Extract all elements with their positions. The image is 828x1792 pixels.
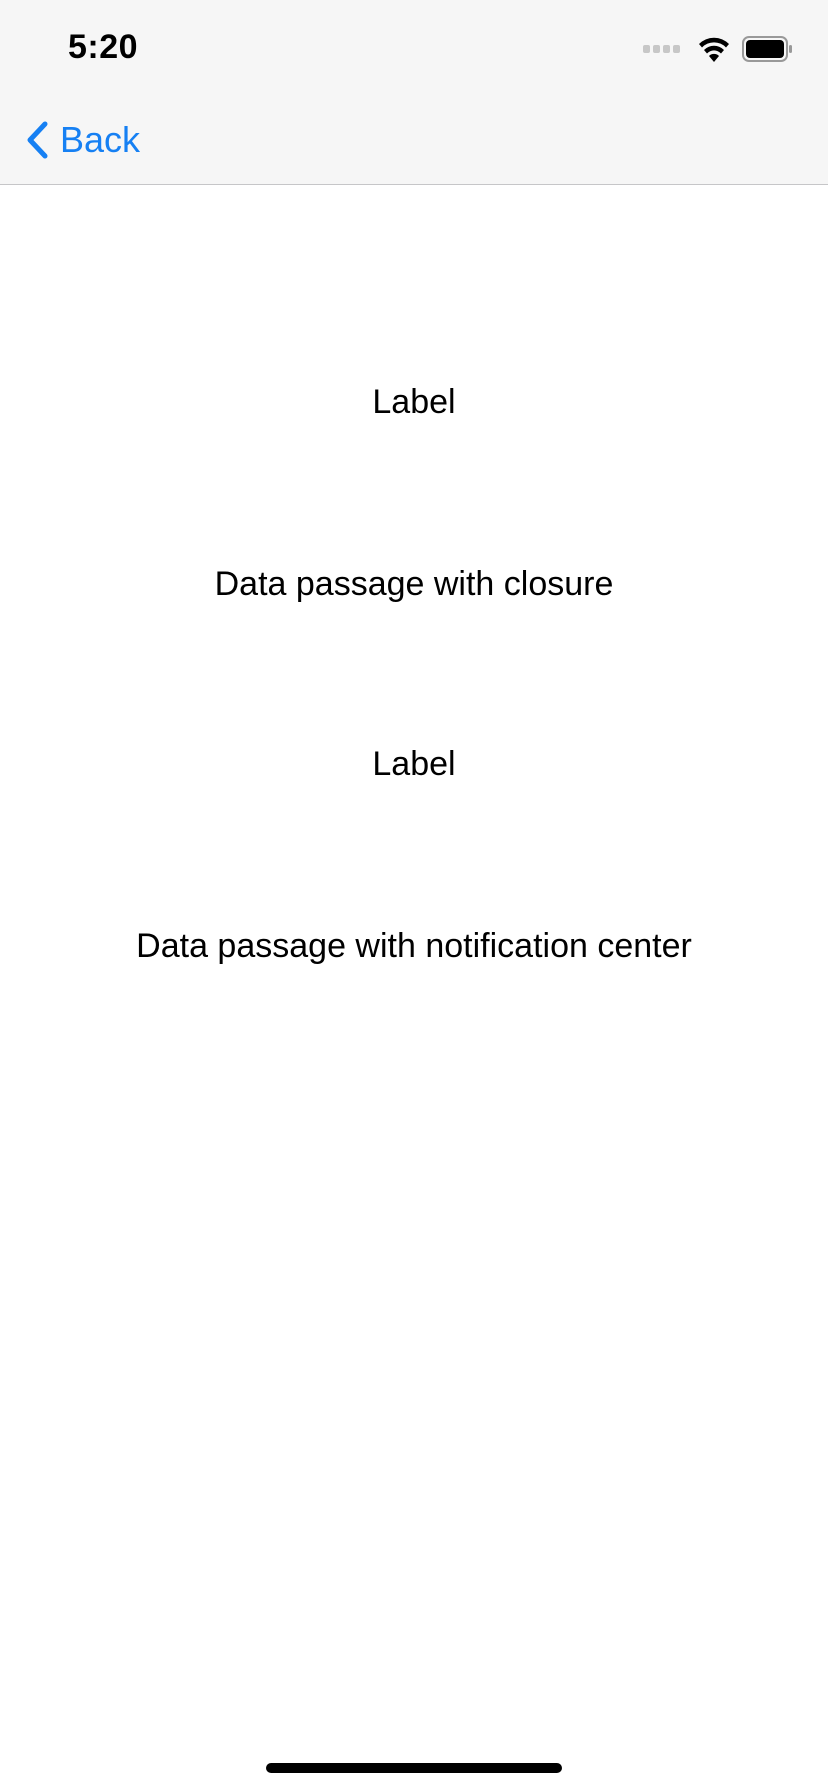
top-bar: 5:20 Back [0, 0, 828, 185]
status-time: 5:20 [68, 28, 139, 66]
back-button[interactable]: Back [24, 116, 140, 164]
cellular-signal-icon [643, 34, 680, 64]
home-indicator[interactable] [266, 1763, 562, 1773]
closure-data-button[interactable]: Data passage with closure [0, 562, 828, 606]
wifi-icon [699, 37, 729, 62]
chevron-left-icon [27, 121, 48, 159]
back-label: Back [60, 119, 141, 160]
label-1: Label [372, 383, 456, 421]
notification-center-data-button[interactable]: Data passage with notification center [0, 924, 828, 968]
status-icons [643, 34, 794, 64]
battery-icon [742, 36, 792, 62]
label-2: Label [372, 745, 456, 783]
